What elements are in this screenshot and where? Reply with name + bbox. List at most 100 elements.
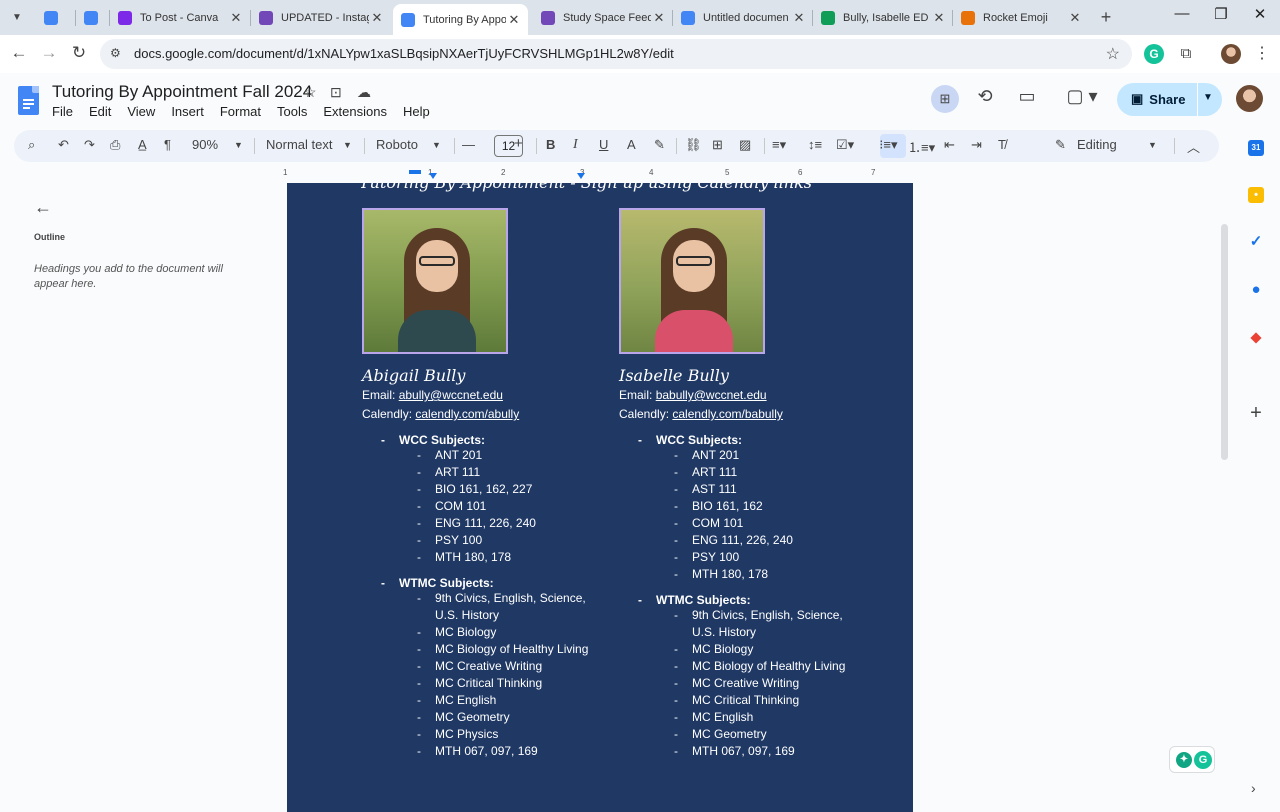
get-addons-icon[interactable]: + bbox=[1248, 403, 1264, 423]
cloud-saved-icon[interactable]: ☁ bbox=[357, 84, 371, 101]
browser-tab[interactable]: Study Space Feed ✕ bbox=[533, 4, 673, 31]
browser-tab[interactable] bbox=[36, 4, 70, 31]
font-select[interactable]: Roboto bbox=[376, 137, 418, 152]
add-comment-icon[interactable]: ⊞ bbox=[712, 137, 723, 153]
calendly-link[interactable]: calendly.com/abully bbox=[415, 407, 519, 421]
tab-stop-marker[interactable] bbox=[577, 173, 585, 179]
style-dropdown-icon[interactable]: ▼ bbox=[343, 140, 352, 150]
close-tab-icon[interactable]: ✕ bbox=[931, 10, 947, 26]
first-line-indent-marker[interactable] bbox=[409, 170, 421, 174]
browser-tab[interactable]: UPDATED - Instag ✕ bbox=[251, 4, 391, 31]
highlight-icon[interactable]: ✎ bbox=[654, 137, 665, 153]
font-dropdown-icon[interactable]: ▼ bbox=[432, 140, 441, 150]
decrease-indent-icon[interactable]: ⇤ bbox=[944, 137, 955, 153]
browser-menu-icon[interactable]: ⋮ bbox=[1252, 44, 1272, 64]
calendly-link[interactable]: calendly.com/babully bbox=[672, 407, 783, 421]
menu-file[interactable]: File bbox=[44, 104, 81, 119]
menu-tools[interactable]: Tools bbox=[269, 104, 315, 119]
text-color-icon[interactable]: A bbox=[627, 137, 636, 152]
numbered-list-icon[interactable]: ⒈≡▾ bbox=[908, 137, 935, 156]
undo-icon[interactable]: ↶ bbox=[58, 137, 69, 153]
browser-tab[interactable] bbox=[76, 4, 110, 31]
close-tab-icon[interactable]: ✕ bbox=[369, 10, 385, 26]
share-dropdown-icon[interactable]: ▼ bbox=[1203, 92, 1213, 103]
align-icon[interactable]: ≡▾ bbox=[772, 137, 786, 153]
account-avatar[interactable] bbox=[1236, 85, 1263, 112]
presence-icon[interactable]: ⊞ bbox=[931, 85, 959, 113]
star-icon[interactable]: ☆ bbox=[304, 84, 317, 101]
email-link[interactable]: babully@wccnet.edu bbox=[656, 388, 767, 402]
minimize-button[interactable]: — bbox=[1172, 5, 1192, 22]
email-link[interactable]: abully@wccnet.edu bbox=[399, 388, 503, 402]
redo-icon[interactable]: ↷ bbox=[84, 137, 95, 153]
zoom-select[interactable]: 90% bbox=[192, 137, 240, 152]
close-tab-icon[interactable]: ✕ bbox=[651, 10, 667, 26]
mode-dropdown-icon[interactable]: ▼ bbox=[1148, 140, 1157, 150]
grammarly-g-icon[interactable]: G bbox=[1194, 751, 1212, 769]
close-outline-arrow-icon[interactable]: ← bbox=[34, 197, 52, 218]
insert-link-icon[interactable]: ⛓ bbox=[685, 137, 702, 153]
close-window-button[interactable]: ✕ bbox=[1250, 5, 1270, 23]
close-tab-icon[interactable]: ✕ bbox=[1067, 10, 1083, 26]
hide-menus-chevron-icon[interactable]: ︿ bbox=[1187, 137, 1200, 156]
forward-icon[interactable]: → bbox=[38, 43, 60, 63]
calendar-icon[interactable]: 31 bbox=[1248, 140, 1264, 156]
grammarly-widget[interactable]: ✦ G bbox=[1169, 746, 1215, 773]
underline-icon[interactable]: U bbox=[599, 137, 608, 152]
menu-format[interactable]: Format bbox=[212, 104, 269, 119]
italic-icon[interactable]: I bbox=[573, 137, 578, 153]
line-spacing-icon[interactable]: ↕≡ bbox=[808, 137, 822, 152]
maximize-button[interactable]: ❐ bbox=[1211, 5, 1231, 23]
browser-tab[interactable]: Tutoring By Appo ✕ bbox=[393, 4, 528, 35]
meet-video-icon[interactable]: ▢ ▾ bbox=[1060, 86, 1104, 107]
close-tab-icon[interactable]: ✕ bbox=[791, 10, 807, 26]
tutor-photo-abigail[interactable] bbox=[362, 208, 508, 354]
editing-mode-select[interactable]: Editing bbox=[1077, 137, 1117, 152]
increase-font-size-icon[interactable]: + bbox=[514, 135, 523, 152]
spellcheck-icon[interactable]: A̲ bbox=[138, 137, 147, 152]
bookmark-star-icon[interactable]: ☆ bbox=[1106, 44, 1120, 64]
move-folder-icon[interactable]: ⊡ bbox=[330, 84, 342, 101]
browser-tab[interactable]: Bully, Isabelle ED ✕ bbox=[813, 4, 953, 31]
menu-insert[interactable]: Insert bbox=[163, 104, 212, 119]
browser-tab[interactable]: To Post - Canva ✕ bbox=[110, 4, 250, 31]
document-page[interactable]: Tutoring By Appointment - Sign up using … bbox=[287, 183, 913, 812]
menu-edit[interactable]: Edit bbox=[81, 104, 119, 119]
url-omnibox[interactable]: ⚙ docs.google.com/document/d/1xNALYpw1xa… bbox=[100, 39, 1132, 69]
share-button[interactable]: ▣ Share ▼ bbox=[1117, 83, 1222, 116]
keep-icon[interactable]: • bbox=[1248, 187, 1264, 203]
left-indent-marker[interactable] bbox=[429, 173, 437, 179]
decrease-font-size-icon[interactable]: — bbox=[462, 137, 475, 152]
browser-tab[interactable]: Rocket Emoji ✕ bbox=[953, 4, 1089, 31]
maps-icon[interactable]: ⬥ bbox=[1248, 330, 1264, 346]
checklist-icon[interactable]: ☑▾ bbox=[836, 137, 854, 153]
comments-icon[interactable]: ▭ bbox=[1013, 86, 1041, 107]
profile-avatar[interactable] bbox=[1221, 44, 1241, 64]
tasks-icon[interactable]: ✓ bbox=[1248, 234, 1264, 250]
menu-extensions[interactable]: Extensions bbox=[315, 104, 395, 119]
back-icon[interactable]: ← bbox=[8, 43, 30, 63]
menu-help[interactable]: Help bbox=[395, 104, 438, 119]
editing-pencil-icon[interactable]: ✎ bbox=[1055, 137, 1066, 153]
tab-search-button[interactable]: ▼ bbox=[6, 6, 28, 28]
browser-tab[interactable]: Untitled documen ✕ bbox=[673, 4, 813, 31]
grammarly-extension-icon[interactable]: G bbox=[1144, 44, 1164, 64]
close-tab-icon[interactable]: ✕ bbox=[228, 10, 244, 26]
document-title[interactable]: Tutoring By Appointment Fall 2024 bbox=[52, 82, 312, 102]
bold-icon[interactable]: B bbox=[546, 137, 555, 152]
increase-indent-icon[interactable]: ⇥ bbox=[971, 137, 982, 153]
print-icon[interactable]: ⎙ bbox=[110, 137, 120, 153]
clear-formatting-icon[interactable]: T̸ bbox=[998, 137, 1006, 152]
close-tab-icon[interactable]: ✕ bbox=[506, 12, 522, 28]
insert-image-icon[interactable]: ▨ bbox=[739, 137, 751, 153]
docs-logo-icon[interactable] bbox=[18, 86, 39, 115]
search-menus-icon[interactable]: ⌕ bbox=[28, 137, 35, 153]
site-info-icon[interactable]: ⚙ bbox=[110, 46, 121, 60]
version-history-icon[interactable]: ⟲ bbox=[971, 86, 999, 107]
vertical-scrollbar[interactable] bbox=[1221, 224, 1228, 460]
extensions-puzzle-icon[interactable]: ⧉ bbox=[1176, 44, 1196, 64]
tutor-photo-isabelle[interactable] bbox=[619, 208, 765, 354]
paragraph-style-select[interactable]: Normal text bbox=[266, 137, 332, 152]
menu-view[interactable]: View bbox=[119, 104, 163, 119]
paint-format-icon[interactable]: ¶ bbox=[164, 137, 171, 152]
